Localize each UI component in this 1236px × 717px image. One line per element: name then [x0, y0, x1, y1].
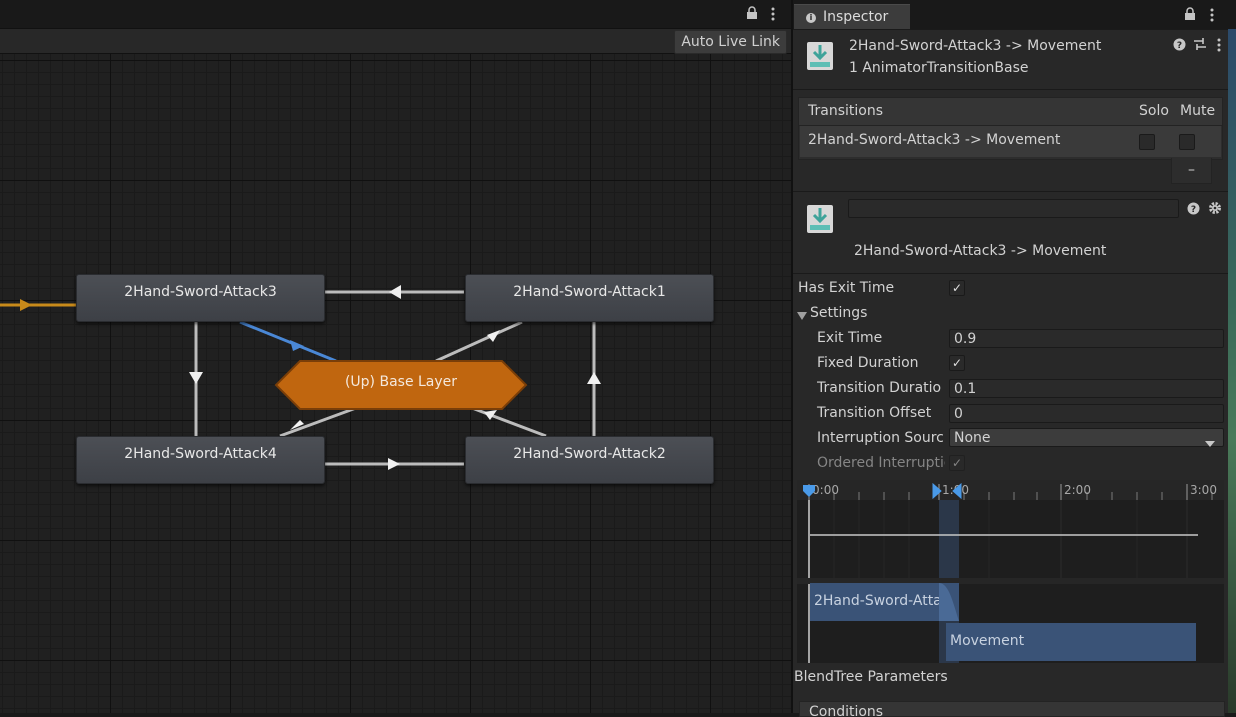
- arrow-left-icon: [389, 285, 401, 299]
- transition-offset-label: Transition Offset: [817, 405, 932, 421]
- arrow-right-icon: [388, 458, 400, 470]
- inspector-window: i Inspector 2Hand-Sword-Attack3 -> Movem…: [793, 0, 1236, 717]
- settings-foldout-label[interactable]: Settings: [810, 305, 867, 321]
- gear-icon[interactable]: [1208, 201, 1222, 219]
- transitions-header-label: Transitions: [808, 103, 883, 119]
- lock-icon[interactable]: [746, 6, 758, 24]
- background-window-edge: [1228, 29, 1236, 713]
- blendtree-parameters-label: BlendTree Parameters: [794, 669, 948, 685]
- divider: [793, 273, 1236, 274]
- has-exit-time-label: Has Exit Time: [798, 280, 895, 296]
- transition-name-input[interactable]: [848, 199, 1179, 218]
- mute-checkbox[interactable]: [1179, 134, 1195, 150]
- interruption-source-dropdown[interactable]: None: [949, 428, 1224, 447]
- solo-checkbox[interactable]: [1139, 134, 1155, 150]
- source-clip-label: 2Hand-Sword-Attac: [814, 593, 950, 609]
- help-icon[interactable]: ?: [1173, 38, 1186, 55]
- arrow-up-left-icon: [484, 410, 497, 420]
- exit-time-field[interactable]: 0.9: [949, 329, 1224, 348]
- transitions-list: Transitions Solo Mute 2Hand-Sword-Attack…: [798, 97, 1223, 160]
- transition-base-to-attack1[interactable]: [435, 320, 523, 363]
- foldout-triangle-icon[interactable]: [797, 309, 807, 325]
- help-icon[interactable]: ?: [1187, 202, 1200, 219]
- timeline-ruler: :0:00 1:00 2:00 3:00: [797, 480, 1224, 500]
- arrow-up-icon: [587, 372, 601, 384]
- source-clip-bar[interactable]: 2Hand-Sword-Attac: [810, 583, 959, 621]
- solo-header: Solo: [1139, 103, 1169, 119]
- transition-range-markers-icon[interactable]: [931, 483, 965, 499]
- tab-label: Inspector: [823, 9, 889, 25]
- presets-icon[interactable]: [1193, 37, 1207, 55]
- ruler-ticks: [808, 484, 1213, 500]
- mute-header: Mute: [1180, 103, 1216, 119]
- lock-icon[interactable]: [1184, 7, 1196, 25]
- remove-transition-button[interactable]: –: [1171, 158, 1212, 184]
- state-label: 2Hand-Sword-Attack4: [124, 446, 277, 462]
- transitions-header: Transitions Solo Mute: [799, 98, 1222, 126]
- kebab-menu-icon[interactable]: [1216, 37, 1222, 57]
- info-icon: i: [806, 13, 816, 23]
- destination-clip-bar[interactable]: Movement: [946, 623, 1196, 661]
- arrow-up-right-icon: [487, 330, 500, 342]
- transition-blend-shape: [939, 583, 959, 621]
- transition-offset-field[interactable]: 0: [949, 404, 1224, 423]
- transition-base-to-attack4[interactable]: [279, 406, 357, 438]
- state-label: 2Hand-Sword-Attack2: [513, 446, 666, 462]
- animator-tab-bar: [0, 0, 791, 29]
- playhead-marker-icon[interactable]: [802, 483, 818, 499]
- transition-attack2-to-base[interactable]: [471, 406, 547, 438]
- tick-label: 3:00: [1190, 483, 1217, 497]
- inspector-title: 2Hand-Sword-Attack3 -> Movement: [849, 38, 1102, 54]
- tick-label: 2:00: [1064, 483, 1091, 497]
- state-node-attack4[interactable]: 2Hand-Sword-Attack4: [76, 436, 325, 484]
- transition-icon: [806, 203, 834, 239]
- destination-clip-label: Movement: [950, 633, 1025, 649]
- ordered-interruption-label: Ordered Interruptio: [817, 455, 945, 471]
- transition-detail-title: 2Hand-Sword-Attack3 -> Movement: [854, 243, 1107, 259]
- exit-time-label: Exit Time: [817, 330, 883, 346]
- conditions-header-label: Conditions: [809, 704, 884, 717]
- state-label: 2Hand-Sword-Attack3: [124, 284, 277, 300]
- has-exit-time-checkbox[interactable]: ✓: [949, 280, 965, 296]
- auto-live-link-button[interactable]: Auto Live Link: [674, 30, 787, 54]
- arrow-down-icon: [189, 372, 203, 384]
- transition-row[interactable]: 2Hand-Sword-Attack3 -> Movement: [800, 126, 1221, 157]
- kebab-menu-icon[interactable]: [770, 6, 776, 26]
- transition-row-name: 2Hand-Sword-Attack3 -> Movement: [808, 132, 1061, 148]
- base-layer-label: (Up) Base Layer: [344, 374, 458, 390]
- transition-duration-label: Transition Duratio: [817, 380, 942, 396]
- arrow-selected-icon: [290, 340, 304, 351]
- inspector-tab-bar: i Inspector: [793, 0, 1236, 30]
- divider: [793, 29, 1236, 30]
- ordered-interruption-checkbox: ✓: [949, 455, 965, 471]
- conditions-list: Conditions: [799, 701, 1225, 717]
- svg-text:?: ?: [1177, 41, 1182, 51]
- chevron-down-icon: [1205, 435, 1215, 454]
- state-node-attack1[interactable]: 2Hand-Sword-Attack1: [465, 274, 714, 322]
- tab-inspector[interactable]: i Inspector: [794, 4, 910, 30]
- inspector-subtitle: 1 AnimatorTransitionBase: [849, 60, 1029, 76]
- state-label: 2Hand-Sword-Attack1: [513, 284, 666, 300]
- fixed-duration-checkbox[interactable]: ✓: [949, 355, 965, 371]
- svg-text:?: ?: [1191, 205, 1196, 215]
- transition-asset-icon: [806, 40, 834, 76]
- transition-attack3-to-base-layer-selected[interactable]: [239, 320, 337, 363]
- interruption-source-label: Interruption Sourc: [817, 430, 944, 446]
- transition-timeline[interactable]: :0:00 1:00 2:00 3:00 2Hand-Sword-Attac: [797, 480, 1224, 663]
- kebab-menu-icon[interactable]: [1209, 7, 1215, 27]
- divider: [793, 89, 1236, 90]
- animator-window: Auto Live Link 2Hand-Sword-Attack3 2Hand…: [0, 0, 791, 713]
- animator-toolbar: Auto Live Link: [0, 29, 791, 54]
- dropdown-value: None: [954, 430, 991, 446]
- fixed-duration-label: Fixed Duration: [817, 355, 919, 371]
- state-node-attack2[interactable]: 2Hand-Sword-Attack2: [465, 436, 714, 484]
- entry-arrow-icon: [20, 299, 32, 311]
- divider: [793, 191, 1236, 192]
- state-node-attack3[interactable]: 2Hand-Sword-Attack3: [76, 274, 325, 322]
- transition-duration-field[interactable]: 0.1: [949, 379, 1224, 398]
